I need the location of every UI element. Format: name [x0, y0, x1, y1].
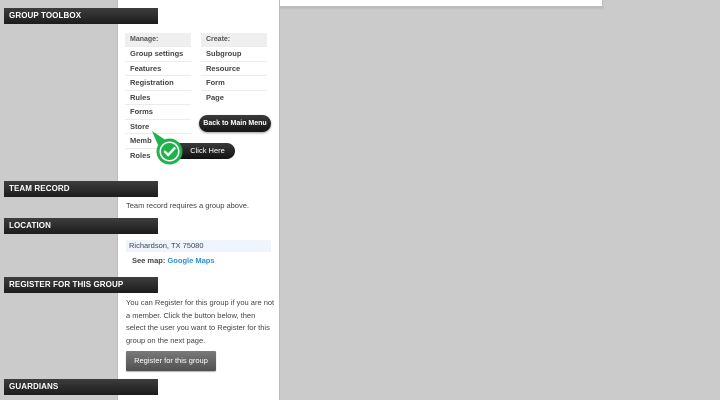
location-header: LOCATION — [4, 218, 158, 234]
manage-registration-link[interactable]: Registration — [125, 75, 191, 90]
register-description: You can Register for this group if you a… — [126, 298, 275, 345]
google-maps-link[interactable]: Google Maps — [167, 256, 214, 265]
content-panel — [280, 0, 603, 7]
group-toolbox-header: GROUP TOOLBOX — [4, 8, 158, 24]
create-page-link[interactable]: Page — [201, 89, 267, 105]
location-value: Richardson, TX 75080 — [126, 240, 271, 252]
create-resource-link[interactable]: Resource — [201, 60, 267, 76]
guardians-header: GUARDIANS — [4, 379, 158, 395]
register-for-group-button[interactable]: Register for this group — [126, 351, 216, 371]
check-circle-icon[interactable] — [156, 138, 183, 165]
create-form-link[interactable]: Form — [201, 75, 267, 90]
left-gutter — [0, 0, 117, 400]
click-here-button[interactable]: Click Here — [176, 143, 235, 159]
team-record-header: TEAM RECORD — [4, 181, 158, 197]
register-header: REGISTER FOR THIS GROUP — [4, 277, 158, 293]
create-heading: Create: — [201, 33, 267, 46]
manage-forms-link[interactable]: Forms — [125, 104, 191, 119]
manage-rules-link[interactable]: Rules — [125, 89, 191, 105]
see-map-label: See map: — [132, 256, 166, 265]
see-map-row: See map: Google Maps — [132, 255, 215, 267]
manage-heading: Manage: — [125, 33, 191, 46]
content-panel-shadow — [280, 7, 604, 10]
manage-group-settings-link[interactable]: Group settings — [125, 46, 191, 61]
manage-features-link[interactable]: Features — [125, 60, 191, 76]
create-subgroup-link[interactable]: Subgroup — [201, 46, 267, 61]
team-record-text: Team record requires a group above. — [126, 201, 249, 210]
back-to-main-menu-button[interactable]: Back to Main Menu — [199, 115, 271, 132]
create-column: Create: Subgroup Resource Form Page — [201, 33, 267, 104]
